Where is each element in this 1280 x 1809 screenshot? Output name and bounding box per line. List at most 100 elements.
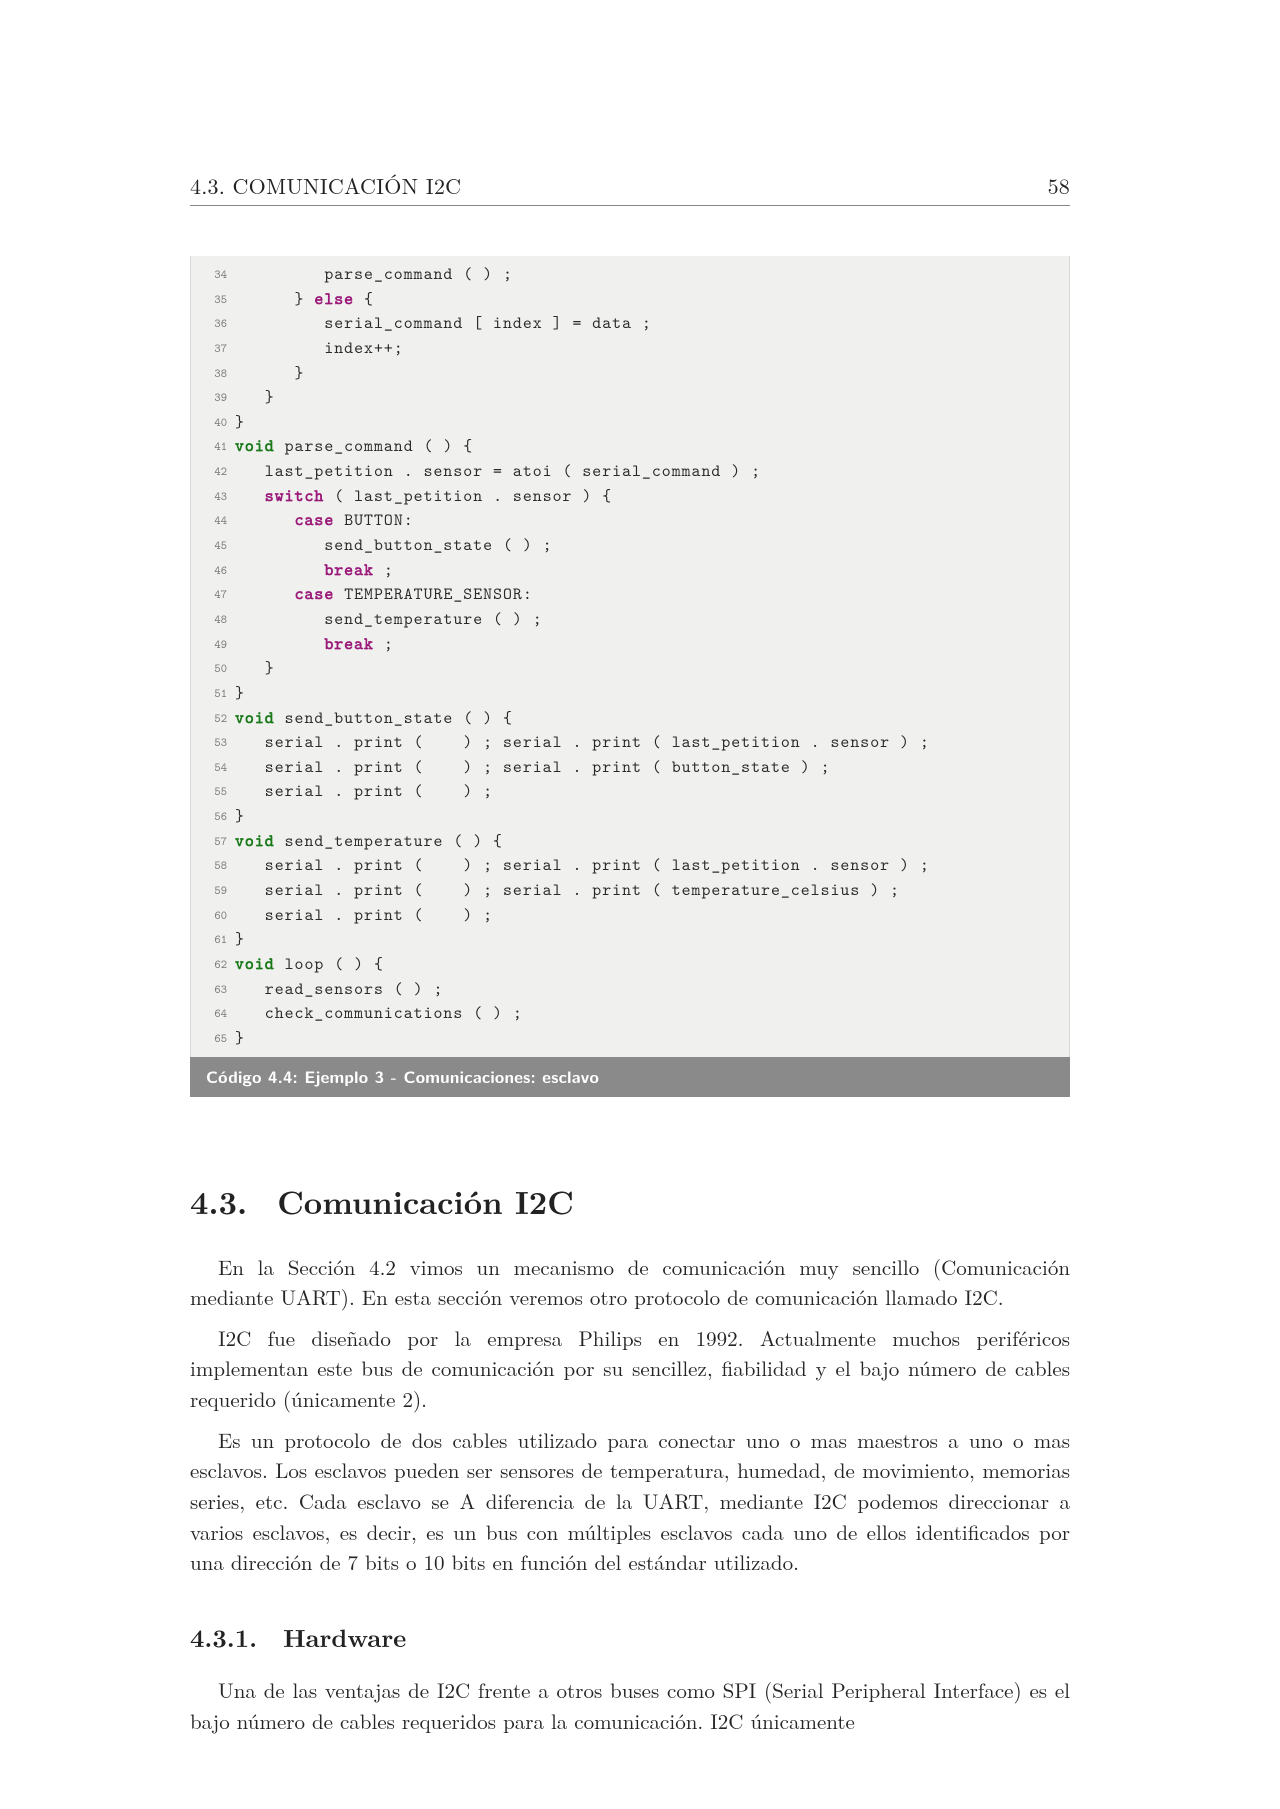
line-number: 62 xyxy=(191,952,235,977)
code-text: } xyxy=(235,361,1059,386)
code-line: 46 break ; xyxy=(191,558,1059,583)
line-number: 54 xyxy=(191,755,235,780)
code-text: } xyxy=(235,681,1059,706)
code-caption: Código 4.4: Ejemplo 3 - Comunicaciones: … xyxy=(190,1057,1070,1097)
paragraph: Es un protocolo de dos cables utilizado … xyxy=(190,1425,1070,1578)
line-number: 53 xyxy=(191,730,235,755)
line-number: 46 xyxy=(191,558,235,583)
code-text: serial . print ( ) ; serial . print ( te… xyxy=(235,878,1059,903)
code-text: } xyxy=(235,804,1059,829)
code-line: 63 read_sensors ( ) ; xyxy=(191,977,1059,1002)
code-line: 59 serial . print ( ) ; serial . print (… xyxy=(191,878,1059,903)
line-number: 47 xyxy=(191,582,235,607)
subsection-title: Hardware xyxy=(283,1620,406,1655)
code-line: 54 serial . print ( ) ; serial . print (… xyxy=(191,755,1059,780)
code-line: 64 check_communications ( ) ; xyxy=(191,1001,1059,1026)
code-line: 37 index++; xyxy=(191,336,1059,361)
page-number: 58 xyxy=(1048,170,1070,201)
line-number: 63 xyxy=(191,977,235,1002)
paragraph: En la Sección 4.2 vimos un mecanismo de … xyxy=(190,1252,1070,1313)
running-head: 4.3. COMUNICACIÓN I2C 58 xyxy=(190,170,1070,206)
subsection-number: 4.3.1. xyxy=(190,1620,257,1655)
running-head-text: 4.3. COMUNICACIÓN I2C xyxy=(190,170,461,201)
line-number: 56 xyxy=(191,804,235,829)
code-line: 55 serial . print ( ) ; xyxy=(191,779,1059,804)
code-line: 65} xyxy=(191,1026,1059,1051)
code-line: 42 last_petition . sensor = atoi ( seria… xyxy=(191,459,1059,484)
section-number: 4.3. xyxy=(190,1179,247,1224)
line-number: 43 xyxy=(191,484,235,509)
code-line: 35 } else { xyxy=(191,287,1059,312)
line-number: 59 xyxy=(191,878,235,903)
paragraph: Una de las ventajas de I2C frente a otro… xyxy=(190,1675,1070,1736)
code-line: 43 switch ( last_petition . sensor ) { xyxy=(191,484,1059,509)
code-line: 34 parse_command ( ) ; xyxy=(191,262,1059,287)
code-line: 56} xyxy=(191,804,1059,829)
code-text: serial_command [ index ] = data ; xyxy=(235,311,1059,336)
section-title: Comunicación I2C xyxy=(277,1179,574,1224)
line-number: 65 xyxy=(191,1026,235,1051)
line-number: 55 xyxy=(191,779,235,804)
code-line: 60 serial . print ( ) ; xyxy=(191,903,1059,928)
code-text: } xyxy=(235,1026,1059,1051)
code-line: 58 serial . print ( ) ; serial . print (… xyxy=(191,853,1059,878)
code-line: 36 serial_command [ index ] = data ; xyxy=(191,311,1059,336)
code-line: 53 serial . print ( ) ; serial . print (… xyxy=(191,730,1059,755)
code-line: 49 break ; xyxy=(191,632,1059,657)
code-text: send_button_state ( ) ; xyxy=(235,533,1059,558)
line-number: 64 xyxy=(191,1001,235,1026)
line-number: 34 xyxy=(191,262,235,287)
code-line: 51} xyxy=(191,681,1059,706)
line-number: 35 xyxy=(191,287,235,312)
line-number: 57 xyxy=(191,829,235,854)
code-text: break ; xyxy=(235,632,1059,657)
code-line: 40} xyxy=(191,410,1059,435)
code-text: void send_temperature ( ) { xyxy=(235,829,1059,854)
code-line: 52void send_button_state ( ) { xyxy=(191,706,1059,731)
code-text: } xyxy=(235,927,1059,952)
code-text: void loop ( ) { xyxy=(235,952,1059,977)
subsection-heading-4-3-1: 4.3.1. Hardware xyxy=(190,1620,1070,1655)
code-line: 44 case BUTTON: xyxy=(191,508,1059,533)
line-number: 50 xyxy=(191,656,235,681)
code-line: 45 send_button_state ( ) ; xyxy=(191,533,1059,558)
code-text: void parse_command ( ) { xyxy=(235,434,1059,459)
code-text: read_sensors ( ) ; xyxy=(235,977,1059,1002)
line-number: 36 xyxy=(191,311,235,336)
code-text: } xyxy=(235,656,1059,681)
line-number: 42 xyxy=(191,459,235,484)
code-text: } xyxy=(235,385,1059,410)
line-number: 51 xyxy=(191,681,235,706)
code-text: index++; xyxy=(235,336,1059,361)
code-line: 39 } xyxy=(191,385,1059,410)
page-content: 4.3. COMUNICACIÓN I2C 58 34 parse_comman… xyxy=(190,170,1070,1746)
line-number: 60 xyxy=(191,903,235,928)
code-line: 47 case TEMPERATURE_SENSOR: xyxy=(191,582,1059,607)
section-heading-4-3: 4.3. Comunicación I2C xyxy=(190,1179,1070,1224)
code-line: 38 } xyxy=(191,361,1059,386)
code-text: } else { xyxy=(235,287,1059,312)
code-line: 61} xyxy=(191,927,1059,952)
code-line: 50 } xyxy=(191,656,1059,681)
line-number: 52 xyxy=(191,706,235,731)
code-text: case BUTTON: xyxy=(235,508,1059,533)
code-line: 41void parse_command ( ) { xyxy=(191,434,1059,459)
paragraph: I2C fue diseñado por la empresa Philips … xyxy=(190,1323,1070,1415)
code-text: serial . print ( ) ; xyxy=(235,903,1059,928)
code-text: serial . print ( ) ; xyxy=(235,779,1059,804)
line-number: 39 xyxy=(191,385,235,410)
line-number: 38 xyxy=(191,361,235,386)
line-number: 45 xyxy=(191,533,235,558)
code-text: serial . print ( ) ; serial . print ( bu… xyxy=(235,755,1059,780)
line-number: 37 xyxy=(191,336,235,361)
code-text: void send_button_state ( ) { xyxy=(235,706,1059,731)
code-line: 62void loop ( ) { xyxy=(191,952,1059,977)
code-text: send_temperature ( ) ; xyxy=(235,607,1059,632)
code-text: switch ( last_petition . sensor ) { xyxy=(235,484,1059,509)
line-number: 49 xyxy=(191,632,235,657)
line-number: 41 xyxy=(191,434,235,459)
code-text: serial . print ( ) ; serial . print ( la… xyxy=(235,853,1059,878)
code-text: last_petition . sensor = atoi ( serial_c… xyxy=(235,459,1059,484)
code-text: case TEMPERATURE_SENSOR: xyxy=(235,582,1059,607)
line-number: 61 xyxy=(191,927,235,952)
